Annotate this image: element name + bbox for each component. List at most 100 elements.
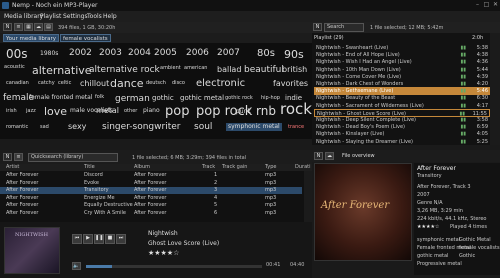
table-row[interactable]: After Forever Discord After Forever 1 mp3 (0, 172, 302, 179)
table-row[interactable]: After Forever Energize Me After Forever 4 mp… (0, 195, 302, 202)
minimize-icon[interactable]: – (473, 1, 482, 9)
tag-item[interactable]: deutsch (146, 81, 166, 86)
tag-item[interactable]: romantic (6, 125, 28, 130)
tag-item[interactable]: gothic metal (180, 95, 224, 102)
tag-item-selected[interactable]: symphonic metal (226, 123, 282, 131)
detail-tag[interactable]: Progressive metal (417, 261, 462, 267)
tag-item[interactable]: german (115, 95, 150, 104)
previous-icon[interactable]: ⏮ (72, 234, 82, 244)
tag-item[interactable]: sexy (68, 123, 86, 131)
quicksearch-input[interactable]: Quicksearch (library) (28, 153, 118, 162)
column-header[interactable]: Type (265, 164, 276, 171)
detail-tag[interactable]: Gothic (459, 253, 475, 259)
menu-media-library[interactable]: Media library (4, 13, 43, 20)
tag-item[interactable]: catchy (38, 81, 55, 86)
maximize-icon[interactable]: □ (482, 1, 491, 9)
tag-item[interactable]: dance (110, 78, 144, 89)
nemp-logo-icon[interactable]: N (3, 23, 12, 31)
tag-item[interactable]: gothic rock (225, 96, 253, 101)
stop-icon[interactable]: ■ (105, 234, 115, 244)
tag-item[interactable]: alternative (32, 65, 92, 76)
view-list-icon[interactable]: ≡ (14, 23, 23, 31)
tag-item[interactable]: celtic (58, 81, 71, 86)
tag-item[interactable]: irish (6, 109, 17, 114)
tag-item[interactable]: pop (165, 105, 189, 118)
detail-stars[interactable]: ★★★★☆ (417, 224, 439, 230)
view-list-icon[interactable]: ≡ (14, 153, 23, 161)
playlist-row[interactable]: Nightwish - Slaying the Dreamer (Live) ▮▮… (314, 138, 490, 146)
tag-item[interactable]: soul (194, 123, 212, 132)
detail-tag[interactable]: female vocalists (459, 245, 500, 251)
tag-item[interactable]: 80s (257, 49, 275, 59)
pause-icon[interactable]: ❚❚ (94, 234, 104, 244)
close-icon[interactable]: ✕ (491, 1, 500, 9)
menu-help[interactable]: Help (103, 13, 117, 20)
tag-item[interactable]: metal (96, 107, 119, 115)
tag-item[interactable]: gothic (152, 95, 174, 102)
column-header[interactable]: Artist (6, 164, 19, 171)
table-row[interactable]: After Forever Equally Destructive After Fo… (0, 202, 302, 209)
tag-item[interactable]: disco (172, 81, 185, 86)
tag-item[interactable]: beautiful (244, 66, 284, 75)
volume-icon[interactable]: 🔈 (72, 262, 81, 270)
play-icon[interactable]: ▶ (83, 234, 93, 244)
tag-item[interactable]: rock (280, 102, 312, 117)
detail-tag[interactable]: Gothic Metal (459, 237, 491, 243)
tab-file-overview[interactable]: File overview (342, 153, 375, 159)
tag-item[interactable]: 2007 (217, 49, 240, 58)
tag-item[interactable]: american (184, 66, 207, 71)
tag-item[interactable]: 1980s (40, 51, 58, 57)
tag-item[interactable]: canadian (6, 81, 29, 86)
tag-item[interactable]: sad (40, 125, 49, 130)
playlist-scrollbar[interactable] (490, 33, 500, 145)
tag-item[interactable]: 2002 (69, 49, 92, 58)
tag-item[interactable]: 2003 (99, 49, 122, 58)
progress-bar[interactable] (86, 265, 262, 268)
tag-item[interactable]: piano (143, 108, 160, 114)
detail-tag[interactable]: symphonic metal (417, 237, 460, 243)
view-tagcloud-icon[interactable]: ☁ (325, 152, 334, 160)
tag-item[interactable]: 90s (284, 49, 304, 60)
tag-item[interactable]: ballad (217, 66, 241, 74)
next-icon[interactable]: ⏭ (116, 234, 126, 244)
tag-item[interactable]: folk (95, 95, 104, 100)
nemp-logo-icon[interactable]: N (314, 152, 323, 160)
tag-item[interactable]: singer-songwriter (102, 123, 180, 132)
tag-item[interactable]: female fronted metal (29, 95, 93, 101)
tag-item[interactable]: alternative rock (89, 66, 160, 75)
view-folder-icon[interactable]: ▤ (44, 23, 53, 31)
tag-item[interactable]: love (44, 106, 67, 117)
tag-item[interactable]: punk (236, 109, 251, 115)
view-tagcloud-icon[interactable]: ☁ (34, 23, 43, 31)
nemp-logo-icon[interactable]: N (3, 153, 12, 161)
menu-playlist[interactable]: Playlist (40, 13, 61, 20)
tag-item[interactable]: jazz (26, 109, 36, 114)
tag-item[interactable]: trance (288, 125, 304, 130)
detail-tag[interactable]: gothic metal (417, 253, 448, 259)
tag-item[interactable]: favorites (273, 80, 308, 88)
tag-item[interactable]: chillout (80, 80, 109, 88)
column-header[interactable]: Title (84, 164, 95, 171)
table-row[interactable]: After Forever Transitory After Forever 3 mp3 (0, 187, 302, 194)
tag-item[interactable]: acoustic (4, 65, 25, 70)
view-cover-icon[interactable]: ▦ (24, 23, 33, 31)
tag-item[interactable]: british (282, 66, 307, 74)
menu-tools[interactable]: Tools (87, 13, 102, 20)
nemp-logo-icon[interactable]: N (313, 23, 322, 31)
table-row[interactable]: After Forever Cry With A Smile After Forev… (0, 210, 302, 217)
table-row[interactable]: After Forever Evoke After Forever 2 mp3 (0, 180, 302, 187)
menu-settings[interactable]: Settings (63, 13, 88, 20)
column-header[interactable]: Durati (295, 164, 311, 171)
tag-item[interactable]: electronic (196, 79, 245, 89)
tag-item[interactable]: hip-hop (261, 96, 280, 101)
column-header[interactable]: Album (134, 164, 150, 171)
column-header[interactable]: Track (202, 164, 215, 171)
tag-item[interactable]: 2005 (154, 49, 177, 58)
tab-female-vocalists[interactable]: female vocalists (60, 34, 111, 42)
tag-item[interactable]: 2006 (186, 49, 209, 58)
tag-item[interactable]: 00s (6, 48, 28, 60)
column-header[interactable]: Track gain (222, 164, 247, 171)
tag-item[interactable]: ambient (160, 66, 181, 71)
tracklist-scrollbar[interactable] (304, 171, 312, 222)
tag-item[interactable]: 2004 (128, 49, 151, 58)
